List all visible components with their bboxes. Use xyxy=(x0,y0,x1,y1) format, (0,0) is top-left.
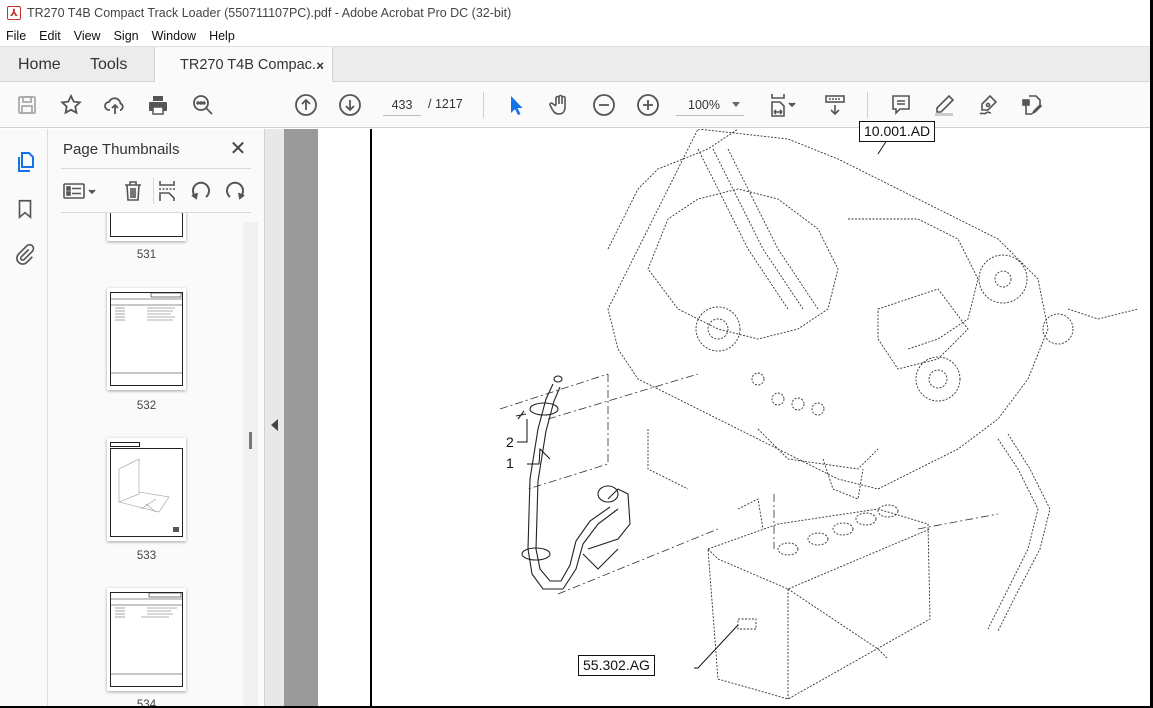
tab-home[interactable]: Home xyxy=(18,47,61,82)
toolbar-divider xyxy=(483,92,484,118)
page-thumbnails-panel: Page Thumbnails ✕ 531 532 533 534 xyxy=(48,129,264,706)
exploded-parts-drawing xyxy=(499,129,1139,700)
thumbnail-frame xyxy=(110,292,183,386)
find-icon[interactable] xyxy=(190,92,216,118)
menu-sign[interactable]: Sign xyxy=(114,29,139,43)
menu-help[interactable]: Help xyxy=(209,29,235,43)
thumbnail-label: 531 xyxy=(136,249,157,261)
previous-page-icon[interactable] xyxy=(293,92,319,118)
navigation-rail xyxy=(0,129,48,706)
title-bar: ⅄ TR270 T4B Compact Track Loader (550711… xyxy=(0,0,1150,26)
toolbar: 433 / 1217 100% xyxy=(0,82,1150,128)
zoom-in-icon[interactable] xyxy=(635,92,661,118)
sign-icon[interactable] xyxy=(975,92,1001,118)
hand-tool-icon[interactable] xyxy=(547,92,573,118)
callout-reference-bottom[interactable]: 55.302.AG xyxy=(578,655,655,676)
thumbnail-frame xyxy=(110,592,183,687)
zoom-out-icon[interactable] xyxy=(591,92,617,118)
highlight-icon[interactable] xyxy=(931,92,957,118)
save-icon[interactable] xyxy=(14,92,40,118)
delete-pages-icon[interactable] xyxy=(121,179,145,203)
rotate-cw-icon[interactable] xyxy=(223,179,247,203)
close-panel-icon[interactable]: ✕ xyxy=(228,138,248,160)
thumbnail-content xyxy=(111,292,182,374)
menu-bar: File Edit View Sign Window Help xyxy=(0,26,1150,46)
tab-document[interactable]: TR270 T4B Compac... × xyxy=(154,47,333,83)
insert-page-icon[interactable] xyxy=(155,179,179,203)
panel-toolbar-divider xyxy=(153,178,154,204)
thumbnail-label: 532 xyxy=(136,400,157,412)
thumbnail-page[interactable] xyxy=(107,438,186,541)
rotate-ccw-icon[interactable] xyxy=(189,179,213,203)
page-number-input[interactable]: 433 xyxy=(383,94,421,116)
thumbnail-label: 534 xyxy=(136,699,157,706)
upload-cloud-icon[interactable] xyxy=(102,92,128,118)
toolbar-divider xyxy=(867,92,868,118)
next-page-icon[interactable] xyxy=(337,92,363,118)
leader-1 xyxy=(527,447,551,465)
menu-window[interactable]: Window xyxy=(152,29,196,43)
fit-page-icon[interactable] xyxy=(766,92,802,118)
thumbnail-page[interactable] xyxy=(107,588,186,691)
thumbnail-page[interactable] xyxy=(107,288,186,390)
menu-file[interactable]: File xyxy=(6,29,26,43)
comment-icon[interactable] xyxy=(888,92,914,118)
callout-reference-top[interactable]: 10.001.AD xyxy=(859,121,936,142)
zoom-level-value: 100% xyxy=(688,97,720,112)
collapse-panel-icon[interactable] xyxy=(271,419,278,431)
thumbnail-scrollbar[interactable] xyxy=(243,222,258,706)
acrobat-pdf-icon: ⅄ xyxy=(7,6,21,20)
document-view[interactable]: 10.001.AD 55.302.AG 2 1 xyxy=(284,121,1150,706)
thumbnail-frame xyxy=(110,448,183,537)
thumbnail-header xyxy=(110,442,140,447)
attachments-icon[interactable] xyxy=(12,242,38,268)
bookmark-star-icon[interactable] xyxy=(58,92,84,118)
thumbnail-label: 533 xyxy=(136,550,157,562)
panel-splitter[interactable] xyxy=(264,129,284,706)
thumbnail-content xyxy=(118,458,179,532)
chevron-down-icon xyxy=(732,102,740,107)
window-title: TR270 T4B Compact Track Loader (55071110… xyxy=(27,6,512,20)
pdf-page: 10.001.AD 55.302.AG 2 1 xyxy=(318,121,1150,706)
tab-document-label: TR270 T4B Compac... xyxy=(180,57,324,73)
panel-divider xyxy=(61,168,251,169)
leader-2 xyxy=(517,419,528,443)
tab-bar: Home Tools TR270 T4B Compac... × xyxy=(0,46,1150,83)
thumbnail-content xyxy=(111,592,182,675)
acrobat-window: ⅄ TR270 T4B Compact Track Loader (550711… xyxy=(0,0,1150,706)
zoom-level-select[interactable]: 100% xyxy=(676,94,744,116)
thumbnail-page[interactable] xyxy=(107,213,186,241)
select-arrow-icon[interactable] xyxy=(503,92,529,118)
edit-pdf-icon[interactable] xyxy=(1019,92,1045,118)
scrollbar-thumb[interactable] xyxy=(249,432,252,449)
thumbnail-frame xyxy=(110,213,183,237)
total-pages: / 1217 xyxy=(428,97,463,111)
bookmarks-icon[interactable] xyxy=(12,196,38,222)
print-icon[interactable] xyxy=(145,92,171,118)
leader-callout-bottom xyxy=(694,624,739,669)
close-tab-icon[interactable]: × xyxy=(316,58,324,73)
menu-view[interactable]: View xyxy=(74,29,101,43)
thumbnail-list: 531 532 533 534 xyxy=(48,213,244,706)
menu-edit[interactable]: Edit xyxy=(39,29,61,43)
part-number-1: 1 xyxy=(506,455,514,471)
panel-title: Page Thumbnails xyxy=(63,141,180,158)
tab-tools[interactable]: Tools xyxy=(90,47,127,82)
options-menu-icon[interactable] xyxy=(62,179,98,203)
battery-outline xyxy=(707,508,931,700)
scroll-mode-icon[interactable] xyxy=(822,92,848,118)
part-number-2: 2 xyxy=(506,434,514,450)
page-thumbnails-icon[interactable] xyxy=(12,149,38,175)
